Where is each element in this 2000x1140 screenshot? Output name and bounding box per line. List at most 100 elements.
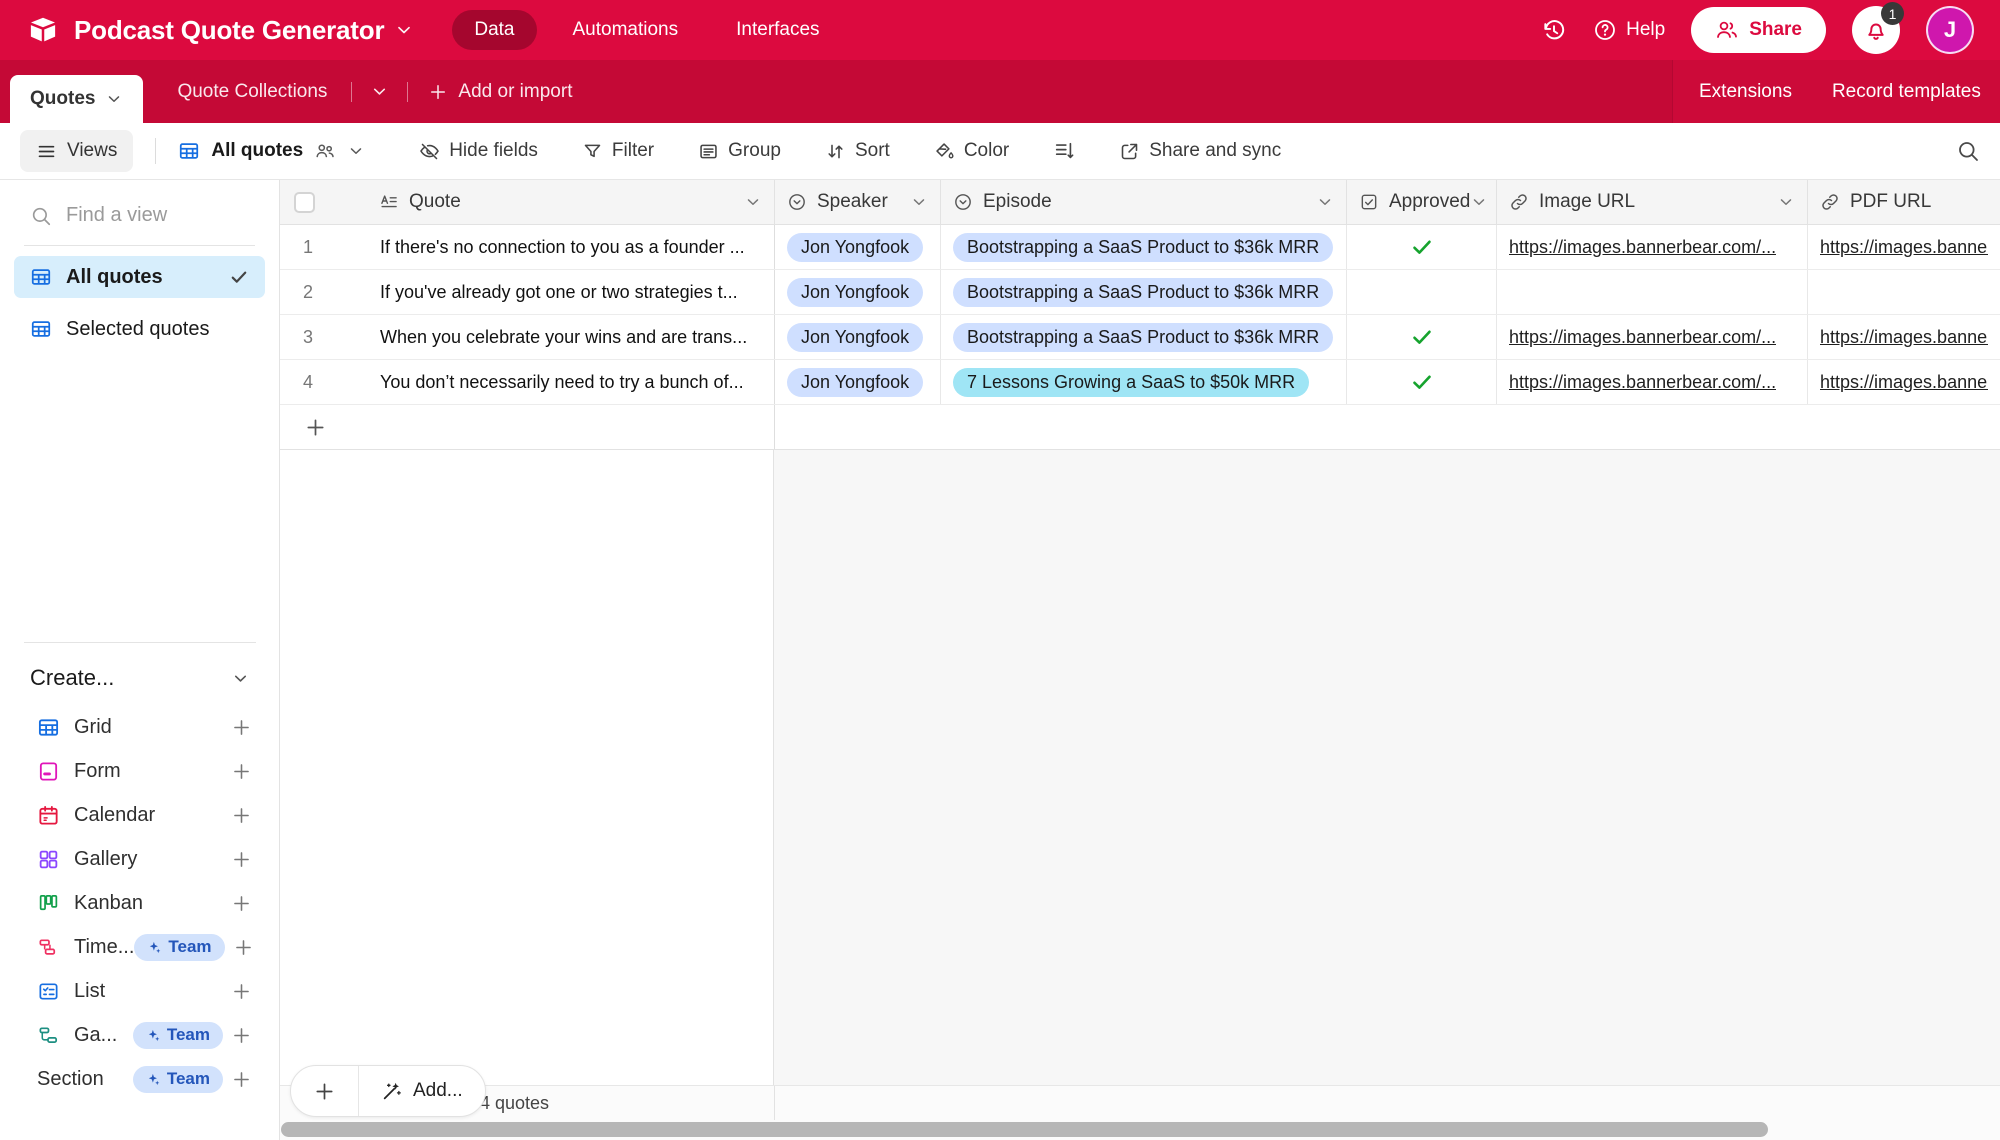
add-record-button[interactable] xyxy=(291,1066,359,1116)
plus-icon[interactable] xyxy=(231,893,252,914)
create-item-gantt[interactable]: Ga... Team xyxy=(37,1013,252,1057)
chevron-down-icon[interactable] xyxy=(1470,193,1488,211)
share-and-sync-button[interactable]: Share and sync xyxy=(1105,132,1295,170)
image-url-link[interactable]: https://images.bannerbear.com/... xyxy=(1509,327,1776,348)
chevron-down-icon[interactable] xyxy=(744,193,762,211)
plus-icon[interactable] xyxy=(304,416,327,439)
chevron-down-icon[interactable] xyxy=(910,193,928,211)
row-height-button[interactable] xyxy=(1039,132,1089,170)
chevron-down-icon[interactable] xyxy=(105,90,123,108)
plus-icon[interactable] xyxy=(231,981,252,1002)
approved-cell[interactable] xyxy=(1347,225,1497,269)
column-header-approved[interactable]: Approved xyxy=(1347,180,1497,224)
speaker-cell[interactable]: Jon Yongfook xyxy=(775,225,941,269)
episode-cell[interactable]: Bootstrapping a SaaS Product to $36k MRR xyxy=(941,270,1347,314)
chevron-down-icon[interactable] xyxy=(347,142,365,160)
nav-tab-interfaces[interactable]: Interfaces xyxy=(714,10,841,50)
add-with-ai-button[interactable]: Add... xyxy=(359,1066,485,1116)
chevron-down-icon[interactable] xyxy=(1777,193,1795,211)
pdf-url-cell[interactable] xyxy=(1808,270,2000,314)
create-item-kanban[interactable]: Kanban xyxy=(37,881,252,925)
table-row[interactable]: 2 If you've already got one or two strat… xyxy=(280,270,2000,315)
tab-quote-collections[interactable]: Quote Collections xyxy=(163,81,341,103)
image-url-cell[interactable] xyxy=(1497,270,1808,314)
episode-cell[interactable]: Bootstrapping a SaaS Product to $36k MRR xyxy=(941,315,1347,359)
pdf-url-cell[interactable]: https://images.bannerbear.com/... xyxy=(1808,360,2000,404)
image-url-link[interactable]: https://images.bannerbear.com/... xyxy=(1509,237,1776,258)
create-item-form[interactable]: Form xyxy=(37,749,252,793)
plus-icon[interactable] xyxy=(231,805,252,826)
column-header-image-url[interactable]: Image URL xyxy=(1497,180,1808,224)
plus-icon[interactable] xyxy=(231,849,252,870)
plus-icon[interactable] xyxy=(233,937,254,958)
extensions-button[interactable]: Extensions xyxy=(1699,81,1792,103)
approved-cell[interactable] xyxy=(1347,315,1497,359)
plus-icon[interactable] xyxy=(231,1069,252,1090)
create-item-calendar[interactable]: Calendar xyxy=(37,793,252,837)
help-button[interactable]: Help xyxy=(1593,18,1665,42)
find-a-view-input[interactable] xyxy=(66,204,226,227)
pdf-url-link[interactable]: https://images.bannerbear.com/... xyxy=(1820,327,1988,348)
plus-icon[interactable] xyxy=(231,1025,252,1046)
speaker-cell[interactable]: Jon Yongfook xyxy=(775,315,941,359)
current-view-switcher[interactable]: All quotes xyxy=(178,140,365,162)
plus-icon[interactable] xyxy=(231,717,252,738)
notifications-button[interactable]: 1 xyxy=(1852,2,1904,54)
nav-tab-data[interactable]: Data xyxy=(452,10,537,50)
sidebar-view-all-quotes[interactable]: All quotes xyxy=(14,256,265,298)
image-url-cell[interactable]: https://images.bannerbear.com/... xyxy=(1497,315,1808,359)
history-icon[interactable] xyxy=(1541,17,1567,43)
color-button[interactable]: Color xyxy=(920,132,1023,170)
avatar[interactable]: J xyxy=(1926,6,1974,54)
sidebar-view-selected-quotes[interactable]: Selected quotes xyxy=(14,308,265,350)
image-url-link[interactable]: https://images.bannerbear.com/... xyxy=(1509,372,1776,393)
select-all-checkbox[interactable] xyxy=(294,191,315,213)
views-button[interactable]: Views xyxy=(20,130,134,172)
image-url-cell[interactable]: https://images.bannerbear.com/... xyxy=(1497,360,1808,404)
create-item-section[interactable]: Section Team xyxy=(37,1057,252,1101)
create-header[interactable]: Create... xyxy=(30,665,250,691)
add-or-import-button[interactable]: Add or import xyxy=(428,81,572,103)
create-item-timeline[interactable]: Time... Team xyxy=(37,925,252,969)
create-item-list[interactable]: List xyxy=(37,969,252,1013)
chevron-down-icon[interactable] xyxy=(394,20,414,40)
scrollbar-thumb[interactable] xyxy=(281,1122,1768,1137)
episode-cell[interactable]: Bootstrapping a SaaS Product to $36k MRR xyxy=(941,225,1347,269)
quote-cell[interactable]: 4 You don’t necessarily need to try a bu… xyxy=(280,360,775,404)
quote-cell[interactable]: 2 If you've already got one or two strat… xyxy=(280,270,775,314)
table-row[interactable]: 3 When you celebrate your wins and are t… xyxy=(280,315,2000,360)
horizontal-scrollbar[interactable] xyxy=(280,1120,2000,1140)
table-row[interactable]: 1 If there's no connection to you as a f… xyxy=(280,225,2000,270)
episode-cell[interactable]: 7 Lessons Growing a SaaS to $50k MRR xyxy=(941,360,1347,404)
column-header-quote[interactable]: Quote xyxy=(280,180,775,224)
tab-quotes[interactable]: Quotes xyxy=(10,75,144,123)
pdf-url-cell[interactable]: https://images.bannerbear.com/... xyxy=(1808,225,2000,269)
filter-button[interactable]: Filter xyxy=(568,132,668,170)
quote-cell[interactable]: 3 When you celebrate your wins and are t… xyxy=(280,315,775,359)
tables-dropdown-icon[interactable] xyxy=(370,82,389,101)
pdf-url-link[interactable]: https://images.bannerbear.com/... xyxy=(1820,237,1988,258)
table-row[interactable]: 4 You don’t necessarily need to try a bu… xyxy=(280,360,2000,405)
chevron-down-icon[interactable] xyxy=(1316,193,1334,211)
quote-cell[interactable]: 1 If there's no connection to you as a f… xyxy=(280,225,775,269)
plus-icon[interactable] xyxy=(231,761,252,782)
nav-tab-automations[interactable]: Automations xyxy=(551,10,701,50)
add-row[interactable] xyxy=(280,405,2000,450)
hide-fields-button[interactable]: Hide fields xyxy=(405,132,552,170)
group-button[interactable]: Group xyxy=(684,132,795,170)
column-header-pdf-url[interactable]: PDF URL xyxy=(1808,180,2000,224)
chevron-down-icon[interactable] xyxy=(231,669,250,688)
base-title[interactable]: Podcast Quote Generator xyxy=(74,15,385,46)
create-item-gallery[interactable]: Gallery xyxy=(37,837,252,881)
sort-button[interactable]: Sort xyxy=(811,132,904,170)
speaker-cell[interactable]: Jon Yongfook xyxy=(775,270,941,314)
pdf-url-link[interactable]: https://images.bannerbear.com/... xyxy=(1820,372,1988,393)
column-header-episode[interactable]: Episode xyxy=(941,180,1347,224)
create-item-grid[interactable]: Grid xyxy=(37,705,252,749)
approved-cell[interactable] xyxy=(1347,360,1497,404)
column-header-speaker[interactable]: Speaker xyxy=(775,180,941,224)
approved-cell[interactable] xyxy=(1347,270,1497,314)
record-templates-button[interactable]: Record templates xyxy=(1832,81,1981,103)
search-icon[interactable] xyxy=(1956,139,1980,163)
share-button[interactable]: Share xyxy=(1691,7,1826,53)
